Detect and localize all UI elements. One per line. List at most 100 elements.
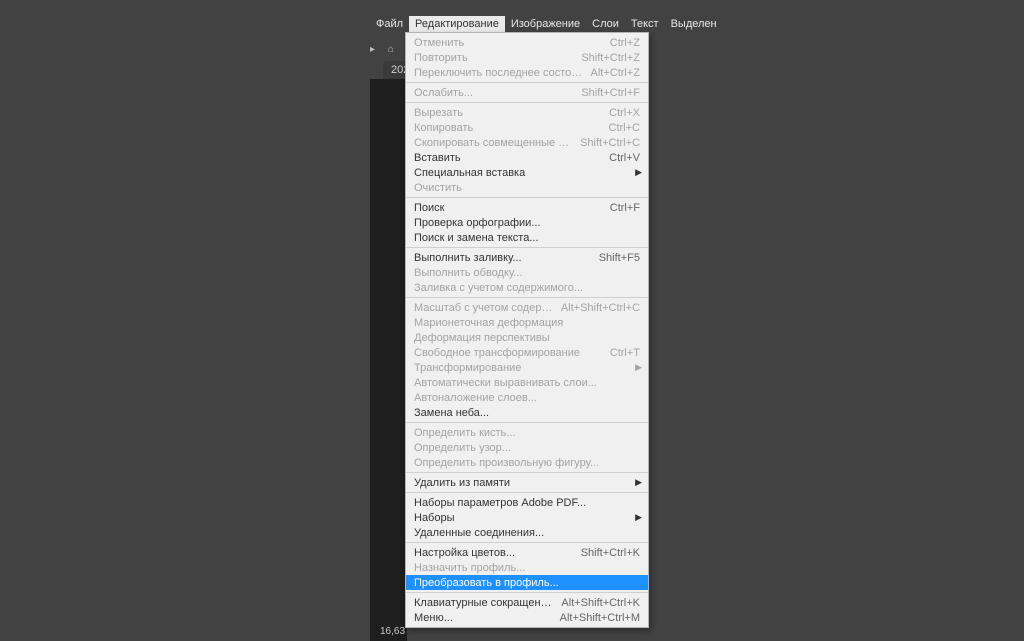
menu-item-label: Вырезать <box>414 107 601 119</box>
menu-item[interactable]: Наборы▶ <box>406 510 648 525</box>
menu-item-label: Копировать <box>414 122 601 134</box>
menu-item: Скопировать совмещенные данные Shift+Ctrl… <box>406 135 648 150</box>
menu-separator <box>406 472 648 473</box>
menu-item-shortcut: Ctrl+V <box>609 152 640 164</box>
menu-item[interactable]: Проверка орфографии... <box>406 215 648 230</box>
menu-item: Деформация перспективы <box>406 330 648 345</box>
menu-item-label: Очистить <box>414 182 640 194</box>
menu-item[interactable]: Специальная вставка▶ <box>406 165 648 180</box>
menu-item: Определить кисть... <box>406 425 648 440</box>
submenu-arrow-icon: ▶ <box>635 167 642 178</box>
menu-item-label: Отменить <box>414 37 602 49</box>
menubar-item-4[interactable]: Текст <box>625 16 665 32</box>
menu-item-shortcut: Ctrl+Z <box>610 37 640 49</box>
menu-item-shortcut: Ctrl+C <box>609 122 640 134</box>
menu-item-label: Назначить профиль... <box>414 562 640 574</box>
menu-item-label: Определить кисть... <box>414 427 640 439</box>
menu-item: Марионеточная деформация <box>406 315 648 330</box>
menu-item: Автоналожение слоев... <box>406 390 648 405</box>
menu-item[interactable]: Удаленные соединения... <box>406 525 648 540</box>
menu-item-label: Проверка орфографии... <box>414 217 640 229</box>
menu-item[interactable]: Наборы параметров Adobe PDF... <box>406 495 648 510</box>
menu-item-label: Определить произвольную фигуру... <box>414 457 640 469</box>
menu-item-label: Настройка цветов... <box>414 547 573 559</box>
menu-item-shortcut: Ctrl+X <box>609 107 640 119</box>
menu-item-label: Удалить из памяти <box>414 477 640 489</box>
options-bar: ▸ ⌂ <box>370 44 402 58</box>
menu-item-label: Наборы параметров Adobe PDF... <box>414 497 640 509</box>
menu-item-label: Удаленные соединения... <box>414 527 640 539</box>
menu-separator <box>406 542 648 543</box>
menu-item-label: Скопировать совмещенные данные <box>414 137 572 149</box>
menu-item: Ослабить... Shift+Ctrl+F <box>406 85 648 100</box>
tool-icon: ⌂ <box>388 44 396 55</box>
menu-item: Определить произвольную фигуру... <box>406 455 648 470</box>
menu-item-label: Определить узор... <box>414 442 640 454</box>
menu-item[interactable]: Преобразовать в профиль... <box>406 575 648 590</box>
menu-item-label: Переключить последнее состояние <box>414 67 582 79</box>
menu-item-label: Автоматически выравнивать слои... <box>414 377 640 389</box>
menu-item-label: Автоналожение слоев... <box>414 392 640 404</box>
menu-item-label: Деформация перспективы <box>414 332 640 344</box>
menu-item: Очистить <box>406 180 648 195</box>
menu-separator <box>406 492 648 493</box>
menubar-item-2[interactable]: Изображение <box>505 16 586 32</box>
menu-item[interactable]: Настройка цветов... Shift+Ctrl+K <box>406 545 648 560</box>
menu-item-shortcut: Shift+F5 <box>599 252 640 264</box>
menu-separator <box>406 82 648 83</box>
menu-item-label: Заливка с учетом содержимого... <box>414 282 640 294</box>
menu-item: Трансформирование▶ <box>406 360 648 375</box>
zoom-level: 16,63 <box>380 626 405 637</box>
menu-item-label: Наборы <box>414 512 640 524</box>
menu-item: Определить узор... <box>406 440 648 455</box>
menu-item: Выполнить обводку... <box>406 265 648 280</box>
menu-item-shortcut: Ctrl+F <box>610 202 640 214</box>
menu-item: Отменить Ctrl+Z <box>406 35 648 50</box>
menubar-item-5[interactable]: Выделен <box>665 16 723 32</box>
menu-separator <box>406 422 648 423</box>
menu-item-label: Трансформирование <box>414 362 640 374</box>
menu-item: Заливка с учетом содержимого... <box>406 280 648 295</box>
submenu-arrow-icon: ▶ <box>635 512 642 523</box>
menu-item[interactable]: ВставитьCtrl+V <box>406 150 648 165</box>
menu-item-label: Ослабить... <box>414 87 573 99</box>
menu-item: Назначить профиль... <box>406 560 648 575</box>
tool-icon: ▸ <box>370 44 377 55</box>
menu-item-shortcut: Alt+Shift+Ctrl+C <box>561 302 640 314</box>
menu-item-label: Свободное трансформирование <box>414 347 602 359</box>
menu-separator <box>406 592 648 593</box>
menu-item[interactable]: ПоискCtrl+F <box>406 200 648 215</box>
menu-item[interactable]: Клавиатурные сокращения...Alt+Shift+Ctrl… <box>406 595 648 610</box>
document-area <box>370 79 407 641</box>
menu-item: Масштаб с учетом содержимого Alt+Shift+Ct… <box>406 300 648 315</box>
menubar-item-0[interactable]: Файл <box>370 16 409 32</box>
menu-item[interactable]: Удалить из памяти▶ <box>406 475 648 490</box>
menu-item-label: Преобразовать в профиль... <box>414 577 640 589</box>
menu-item[interactable]: Выполнить заливку... Shift+F5 <box>406 250 648 265</box>
menu-item-label: Повторить <box>414 52 573 64</box>
edit-menu-dropdown: ОтменитьCtrl+ZПовторитьShift+Ctrl+ZПерек… <box>405 32 649 628</box>
menu-item-shortcut: Shift+Ctrl+C <box>580 137 640 149</box>
menu-item[interactable]: Поиск и замена текста... <box>406 230 648 245</box>
submenu-arrow-icon: ▶ <box>635 477 642 488</box>
menu-separator <box>406 102 648 103</box>
menu-item: Копировать Ctrl+C <box>406 120 648 135</box>
menu-item-label: Марионеточная деформация <box>414 317 640 329</box>
menu-item-label: Выполнить заливку... <box>414 252 591 264</box>
menu-item-shortcut: Shift+Ctrl+K <box>581 547 640 559</box>
menubar-item-1[interactable]: Редактирование <box>409 16 505 32</box>
menu-separator <box>406 197 648 198</box>
menubar: ФайлРедактированиеИзображениеСлоиТекстВы… <box>370 16 723 32</box>
menubar-item-3[interactable]: Слои <box>586 16 625 32</box>
menu-item: Вырезать Ctrl+X <box>406 105 648 120</box>
menu-item: ПовторитьShift+Ctrl+Z <box>406 50 648 65</box>
menu-item-label: Масштаб с учетом содержимого <box>414 302 553 314</box>
menu-item-shortcut: Shift+Ctrl+F <box>581 87 640 99</box>
menu-item[interactable]: Меню...Alt+Shift+Ctrl+M <box>406 610 648 625</box>
menu-item: Переключить последнее состояниеAlt+Ctrl+… <box>406 65 648 80</box>
menu-item-label: Поиск и замена текста... <box>414 232 640 244</box>
menu-separator <box>406 247 648 248</box>
menu-item-shortcut: Alt+Shift+Ctrl+M <box>560 612 640 624</box>
menu-item: Свободное трансформированиеCtrl+T <box>406 345 648 360</box>
menu-item[interactable]: Замена неба... <box>406 405 648 420</box>
